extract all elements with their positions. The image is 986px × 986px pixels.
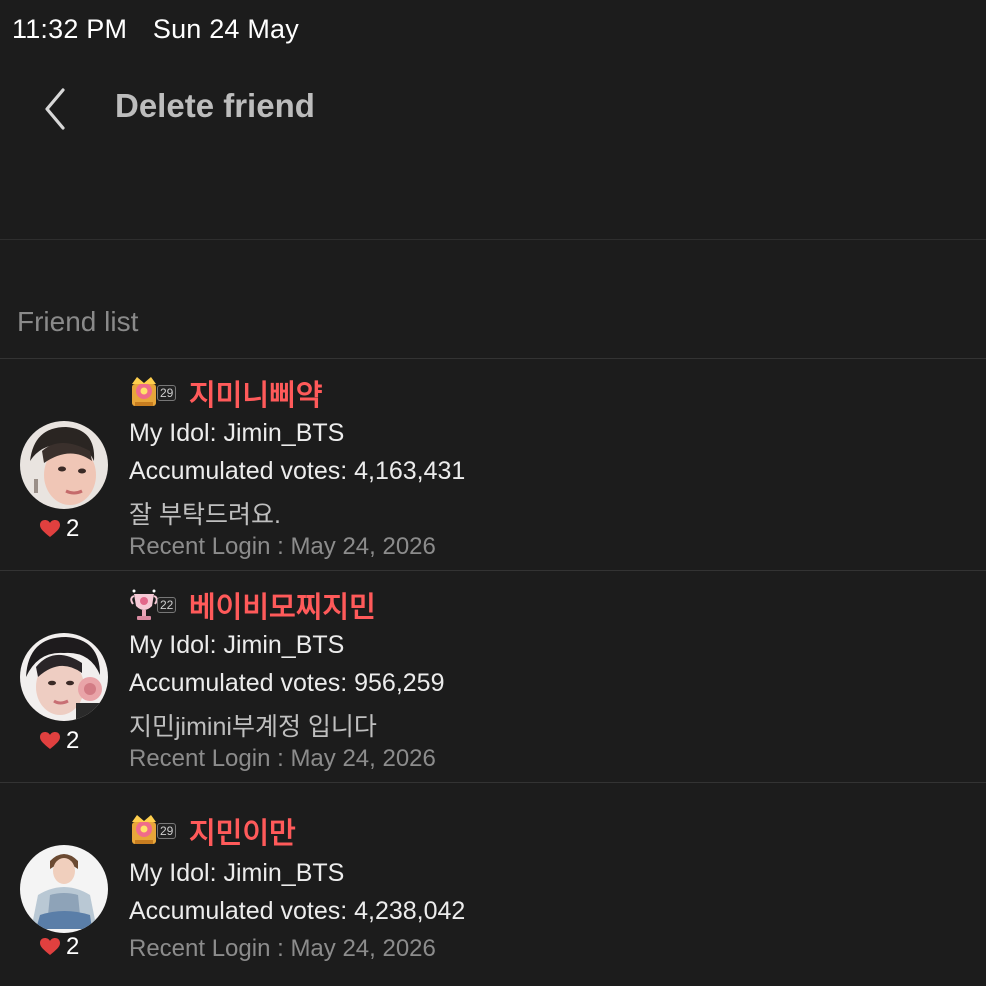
friend-recent-login: Recent Login : May 24, 2026: [129, 935, 436, 962]
badge-level: 22: [157, 597, 177, 613]
crown-flower-badge-icon: 29: [129, 376, 181, 410]
name-row: 29 지민이만: [129, 811, 296, 851]
friend-idol: My Idol: Jimin_BTS: [129, 859, 345, 887]
friend-idol: My Idol: Jimin_BTS: [129, 419, 345, 447]
crown-flower-badge-icon: 29: [129, 814, 181, 848]
chevron-left-icon: [45, 88, 65, 130]
friend-idol: My Idol: Jimin_BTS: [129, 631, 345, 659]
likes-count: 2: [40, 933, 79, 961]
friend-votes: Accumulated votes: 4,238,042: [129, 897, 466, 925]
friend-item[interactable]: 2 29 지미니삐약 My Idol: Jimin_BTS Accumulate…: [0, 358, 986, 570]
friend-recent-login: Recent Login : May 24, 2026: [129, 745, 436, 772]
heart-icon: [40, 732, 60, 749]
status-bar: 11:32 PM Sun 24 May: [12, 14, 299, 45]
status-time: 11:32 PM: [12, 14, 128, 44]
friend-nickname: 지미니삐약: [189, 380, 323, 412]
page-title: Delete friend: [115, 87, 315, 124]
divider: [0, 239, 986, 240]
likes-value: 2: [66, 515, 80, 542]
back-button[interactable]: [30, 84, 80, 134]
delete-friend-screen: 11:32 PM Sun 24 May Delete friend Friend…: [0, 0, 986, 986]
friend-votes: Accumulated votes: 4,163,431: [129, 457, 466, 485]
friend-item[interactable]: 2 29 지민이만 My Idol: Jimin_BTS Accumulated…: [0, 782, 986, 986]
trophy-badge-icon: 22: [129, 588, 181, 622]
avatar[interactable]: [20, 633, 108, 721]
likes-value: 2: [66, 933, 80, 960]
section-label: Friend list: [17, 306, 139, 337]
friend-bio: 잘 부탁드려요.: [129, 501, 281, 529]
friend-item[interactable]: 2 22 베이비모찌지민 My Idol: Jimin_BTS Accumula…: [0, 570, 986, 782]
friend-votes: Accumulated votes: 956,259: [129, 669, 445, 697]
friend-recent-login: Recent Login : May 24, 2026: [129, 533, 436, 560]
friend-nickname: 지민이만: [189, 818, 296, 850]
badge-level: 29: [157, 823, 177, 839]
name-row: 29 지미니삐약: [129, 373, 322, 413]
likes-count: 2: [40, 727, 79, 755]
badge-level: 29: [157, 385, 177, 401]
avatar[interactable]: [20, 845, 108, 933]
friend-list: 2 29 지미니삐약 My Idol: Jimin_BTS Accumulate…: [0, 358, 986, 986]
friend-nickname: 베이비모찌지민: [189, 592, 376, 624]
heart-icon: [40, 520, 60, 537]
status-date: Sun 24 May: [152, 14, 299, 44]
header: Delete friend: [0, 70, 986, 146]
avatar[interactable]: [20, 421, 108, 509]
name-row: 22 베이비모찌지민: [129, 585, 376, 625]
friend-bio: 지민jimini부계정 입니다: [129, 713, 377, 741]
heart-icon: [40, 938, 60, 955]
likes-value: 2: [66, 727, 80, 754]
likes-count: 2: [40, 515, 79, 543]
